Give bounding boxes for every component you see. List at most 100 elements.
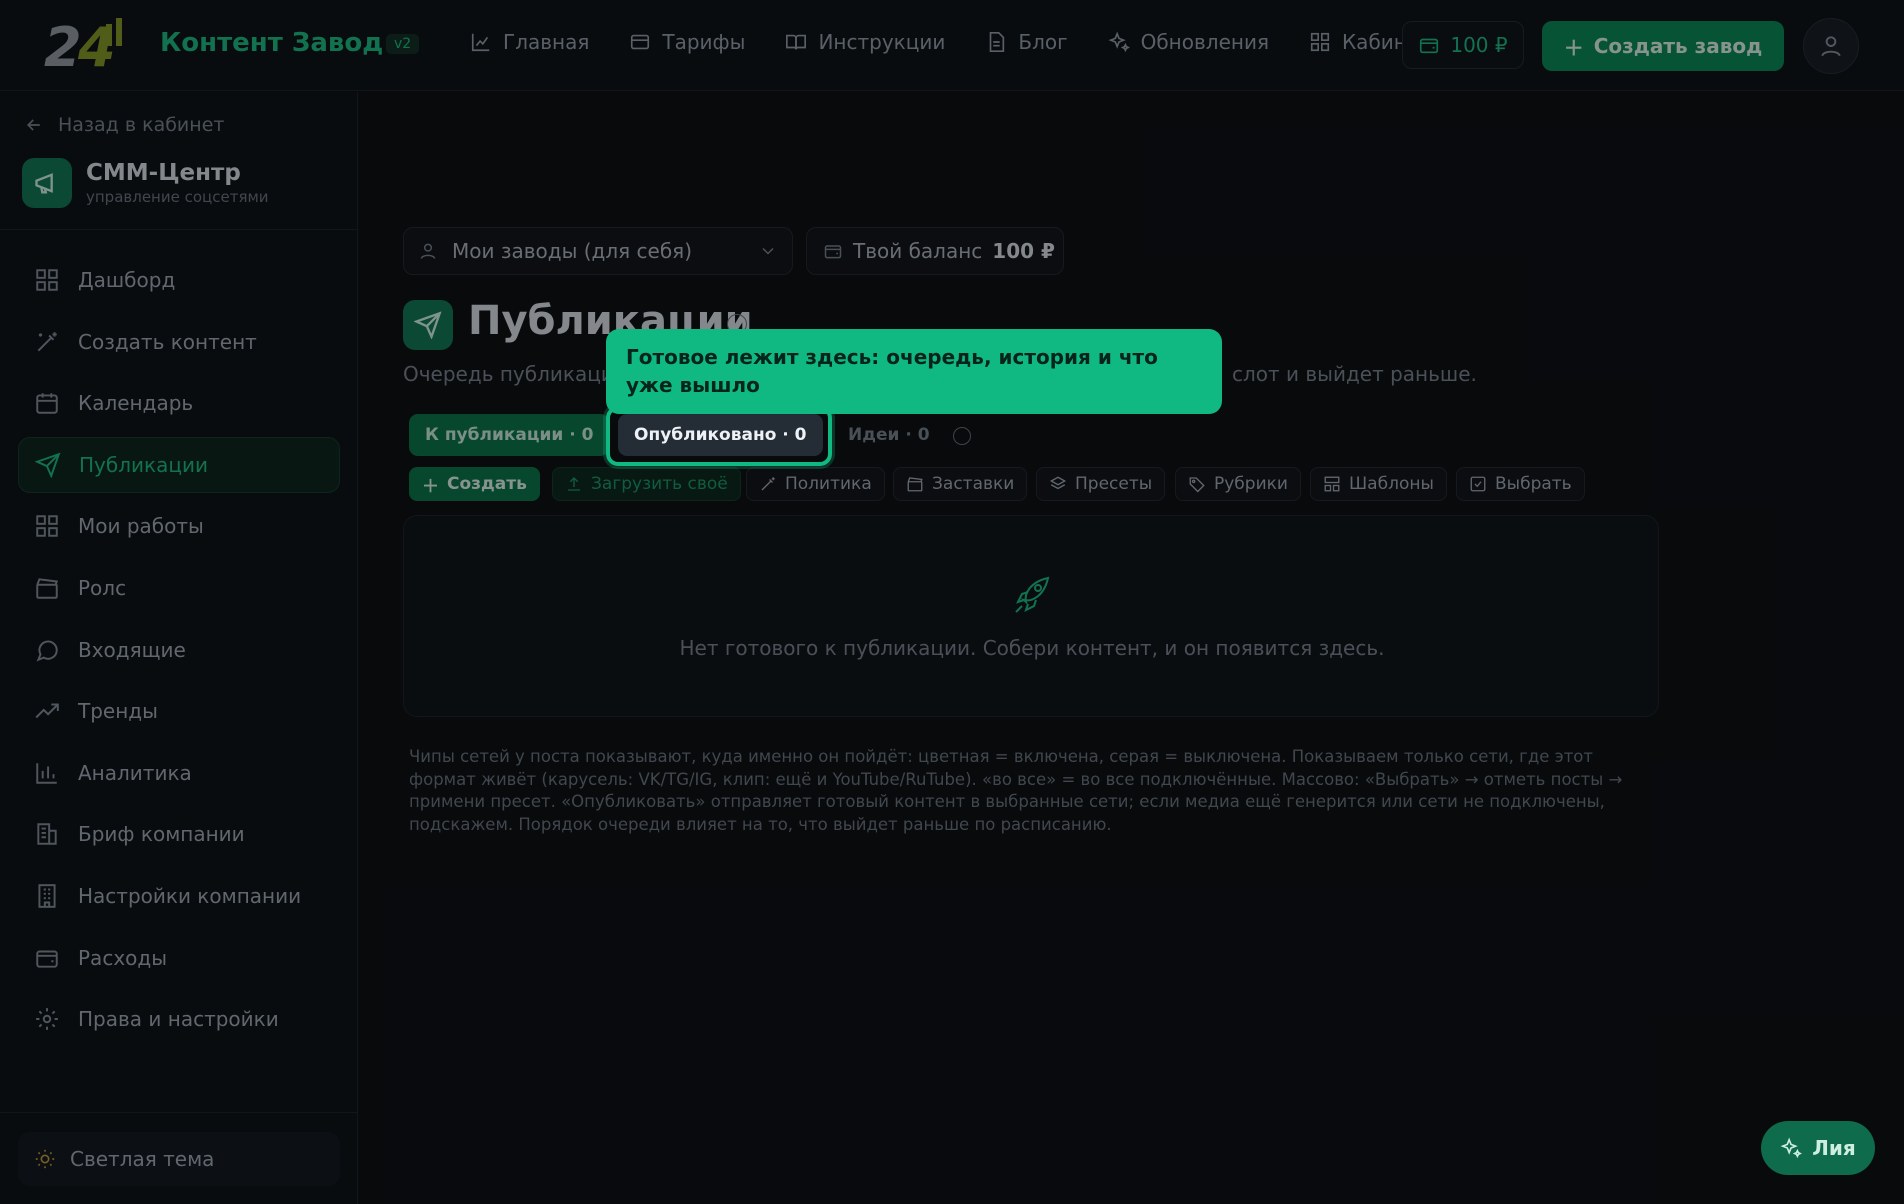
sidebar-item-publications[interactable]: Публикации	[18, 436, 340, 493]
gear-icon	[36, 1008, 58, 1030]
policy-button[interactable]: Политика	[746, 467, 885, 501]
tour-highlight	[606, 406, 832, 466]
sidebar-item-label: Дашборд	[78, 268, 176, 292]
assistant-button[interactable]: Лия	[1761, 1121, 1875, 1175]
create-factory-button[interactable]: ＋ Создать завод	[1542, 21, 1784, 71]
balance-label: Твой баланс	[853, 239, 983, 263]
section-subtitle: управление соцсетями	[86, 188, 269, 206]
balance-button[interactable]: 100 ₽	[1402, 21, 1524, 69]
presets-button[interactable]: Пресеты	[1036, 467, 1166, 501]
sidebar-item-analytics[interactable]: Аналитика	[18, 745, 340, 801]
sidebar-item-my-works[interactable]: Мои работы	[18, 498, 340, 554]
sidebar-item-company-settings[interactable]: Настройки компании	[18, 868, 340, 924]
layers-icon	[1049, 476, 1067, 490]
nav-home-label: Главная	[503, 30, 590, 54]
sparkles-icon	[1780, 1137, 1803, 1159]
wallet-icon	[36, 950, 58, 968]
factory-selector[interactable]: Мои заводы (для себя)	[403, 227, 793, 275]
page-description-tail: слот и выйдет раньше.	[1232, 362, 1477, 386]
sidebar-item-label: Создать контент	[78, 329, 257, 354]
nav-blog[interactable]: Блог	[985, 30, 1068, 54]
clapper-icon	[36, 578, 59, 599]
sidebar-item-rights[interactable]: Права и настройки	[18, 991, 340, 1047]
balance-value: 100 ₽	[1450, 33, 1508, 57]
select-label: Выбрать	[1495, 474, 1572, 494]
sidebar-item-expenses[interactable]: Расходы	[18, 930, 340, 986]
sidebar-item-label: Настройки компании	[78, 883, 302, 908]
covers-button[interactable]: Заставки	[893, 467, 1028, 501]
top-nav: Главная Тарифы Инструкции Блог Обновлени…	[470, 30, 1431, 54]
building-icon	[37, 823, 57, 846]
card-icon	[631, 34, 650, 50]
sidebar-item-label: Расходы	[78, 945, 168, 970]
create-button[interactable]: ＋ Создать	[409, 467, 540, 501]
sidebar: Назад в кабинет СММ-Центр управление соц…	[0, 92, 358, 1204]
plus-icon: ＋	[422, 476, 439, 497]
balance-amount: 100 ₽	[992, 239, 1055, 263]
avatar[interactable]	[1803, 18, 1859, 74]
rubrics-label: Рубрики	[1214, 474, 1288, 494]
nav-tariffs[interactable]: Тарифы	[629, 30, 745, 54]
top-bar: 2 4 Контент Завод v2 Главная Тарифы Инст…	[0, 0, 1904, 91]
theme-toggle[interactable]: Светлая тема	[18, 1132, 340, 1186]
empty-state-text: Нет готового к публикации. Собери контен…	[679, 636, 1385, 660]
rubrics-button[interactable]: Рубрики	[1175, 467, 1301, 501]
wallet-icon	[824, 245, 842, 259]
arrow-left-icon	[26, 119, 40, 131]
sidebar-item-label: Бриф компании	[78, 822, 245, 847]
balance-chip: Твой баланс 100 ₽	[806, 227, 1064, 275]
back-label: Назад в кабинет	[58, 114, 225, 136]
magic-wand-icon	[37, 331, 57, 351]
back-to-cabinet-link[interactable]: Назад в кабинет	[24, 114, 224, 136]
nav-tariffs-label: Тарифы	[662, 30, 746, 54]
brand-name[interactable]: Контент Завод	[160, 28, 383, 58]
tab-ideas[interactable]: Идеи · 0	[832, 414, 946, 456]
upload-label: Загрузить своё	[591, 474, 728, 494]
upload-button[interactable]: Загрузить своё	[552, 467, 741, 501]
templates-label: Шаблоны	[1349, 474, 1434, 494]
sidebar-item-trends[interactable]: Тренды	[18, 683, 340, 739]
empty-state-card: Нет готового к публикации. Собери контен…	[403, 515, 1659, 717]
doc-icon	[990, 32, 1005, 52]
help-text: Чипы сетей у поста показывают, куда имен…	[409, 747, 1623, 834]
tab-queue[interactable]: К публикации · 0	[409, 414, 610, 456]
send-icon	[403, 300, 453, 350]
book-icon	[786, 34, 807, 50]
sidebar-menu: Дашборд Создать контент Календарь Публик…	[18, 252, 340, 1053]
template-icon	[1324, 476, 1340, 492]
create-factory-label: Создать завод	[1593, 34, 1763, 58]
tour-tooltip: Готовое лежит здесь: очередь, история и …	[606, 329, 1222, 414]
covers-label: Заставки	[932, 474, 1015, 494]
sidebar-item-calendar[interactable]: Календарь	[18, 375, 340, 431]
page-description: Очередь публикаци	[403, 362, 614, 386]
policy-label: Политика	[785, 474, 872, 494]
sparkles-icon	[1108, 31, 1130, 53]
section-header: СММ-Центр управление соцсетями	[22, 158, 269, 208]
grid-icon	[36, 269, 58, 291]
office-icon	[38, 884, 56, 908]
sidebar-item-dashboard[interactable]: Дашборд	[18, 252, 340, 308]
clapper-icon	[907, 477, 923, 492]
nav-home[interactable]: Главная	[470, 30, 589, 54]
sidebar-item-label: Публикации	[79, 452, 208, 477]
templates-button[interactable]: Шаблоны	[1310, 467, 1447, 501]
sidebar-item-create-content[interactable]: Создать контент	[18, 314, 340, 370]
nav-blog-label: Блог	[1018, 30, 1068, 54]
nav-updates[interactable]: Обновления	[1108, 30, 1269, 54]
megaphone-icon	[22, 158, 72, 208]
sidebar-item-reels[interactable]: Ролс	[18, 560, 340, 616]
info-icon[interactable]	[953, 427, 971, 445]
sidebar-item-brief[interactable]: Бриф компании	[18, 806, 340, 862]
send-icon	[35, 452, 61, 478]
nav-updates-label: Обновления	[1140, 30, 1269, 54]
sidebar-item-label: Входящие	[78, 637, 186, 662]
select-button[interactable]: Выбрать	[1456, 467, 1585, 501]
wallet-icon	[1420, 38, 1439, 54]
assistant-label: Лия	[1812, 1136, 1856, 1160]
logo[interactable]: 2 4	[44, 18, 144, 74]
bar-chart-icon	[36, 763, 57, 784]
chat-icon	[36, 640, 58, 662]
sidebar-item-inbox[interactable]: Входящие	[18, 622, 340, 678]
nav-instructions[interactable]: Инструкции	[785, 30, 945, 54]
divider	[0, 1112, 358, 1113]
